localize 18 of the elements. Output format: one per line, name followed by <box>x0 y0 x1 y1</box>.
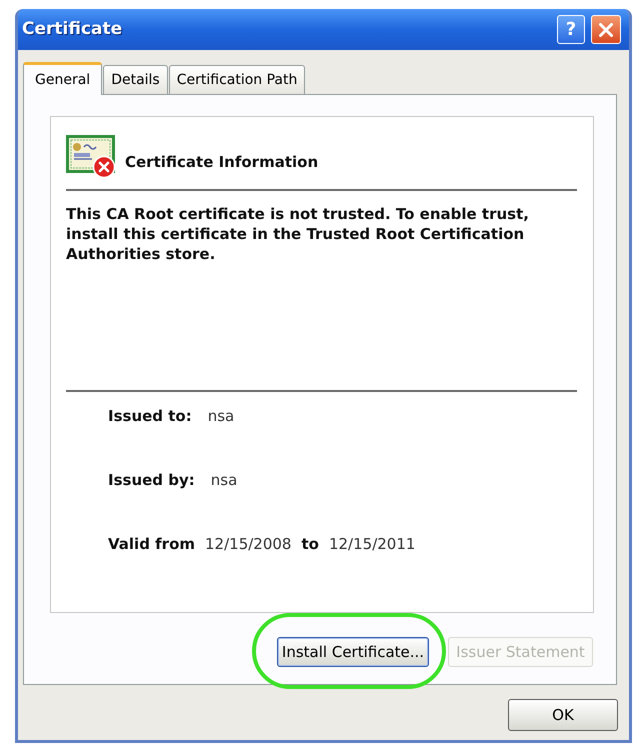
close-icon <box>599 22 613 36</box>
field-label: Issued to: <box>108 406 192 427</box>
valid-to-label: to <box>301 534 319 555</box>
valid-from-date: 12/15/2008 <box>205 534 292 555</box>
install-certificate-button[interactable]: Install Certificate... <box>277 637 429 667</box>
ok-button[interactable]: OK <box>508 699 618 731</box>
tab[interactable]: General <box>23 62 102 95</box>
field-value: nsa <box>210 470 238 491</box>
valid-from-label: Valid from <box>108 534 196 555</box>
field-label: Issued by: <box>108 470 195 491</box>
tab[interactable]: Details <box>103 65 168 94</box>
section-heading: Certificate Information <box>125 152 318 172</box>
trust-warning-text: This CA Root certificate is not trusted. To enable trust, install this certificate in the Trusted Root Certification Authorities store. <box>66 204 530 264</box>
window-title: Certificate <box>22 18 122 41</box>
tab[interactable]: Certification Path <box>168 65 306 94</box>
field-value: nsa <box>208 406 234 427</box>
close-button[interactable] <box>591 15 621 44</box>
valid-to-date: 12/15/2011 <box>328 534 416 555</box>
